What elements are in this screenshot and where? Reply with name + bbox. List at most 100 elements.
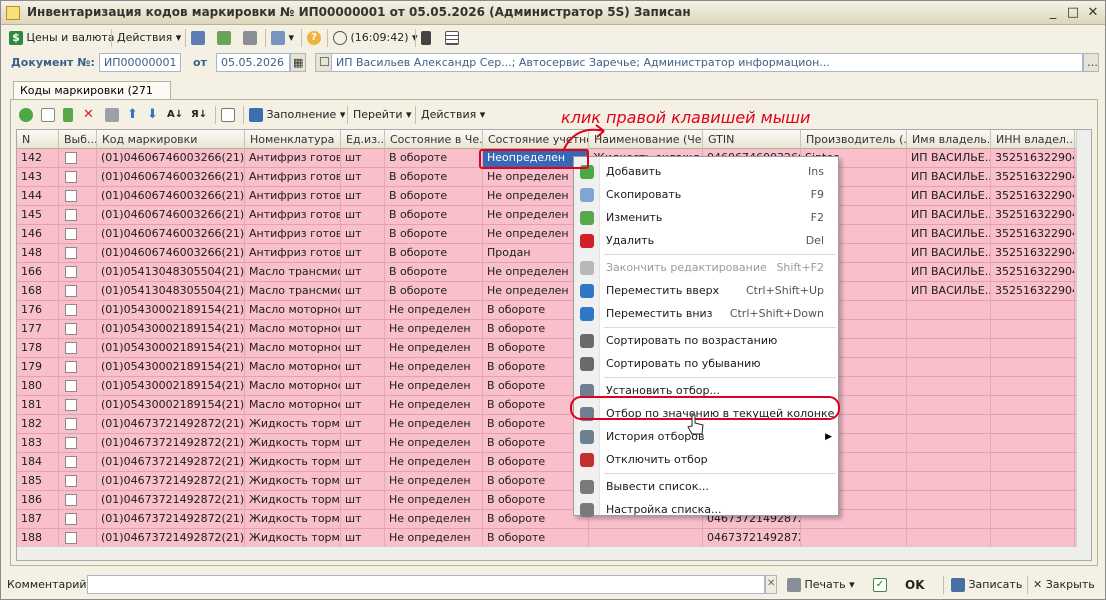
cell-name[interactable] — [589, 529, 703, 547]
cell-inn[interactable] — [991, 396, 1075, 414]
select-checkbox[interactable] — [65, 266, 77, 278]
cell-owner[interactable]: ИП ВАСИЛЬЕ... — [907, 282, 991, 300]
table-row[interactable]: 143 (01)04606746003266(21)5W...Антифриз г… — [17, 168, 1077, 187]
cell-st1[interactable]: Не определен — [385, 434, 483, 452]
list-view-button[interactable] — [445, 29, 459, 47]
cell-unit[interactable]: шт — [341, 149, 385, 167]
goto-menu-button[interactable]: Перейти ▾ — [353, 106, 412, 124]
cell-nom[interactable]: Антифриз готов... — [245, 168, 341, 186]
cell-nom[interactable]: Масло трансмис... — [245, 282, 341, 300]
cell-owner[interactable] — [907, 510, 991, 528]
cell-nom[interactable]: Масло моторное... — [245, 301, 341, 319]
cell-unit[interactable]: шт — [341, 415, 385, 433]
cell-unit[interactable]: шт — [341, 472, 385, 490]
cell-owner[interactable] — [907, 358, 991, 376]
cell-nom[interactable]: Масло моторное... — [245, 358, 341, 376]
ok-button[interactable]: OK — [905, 576, 925, 594]
move-down-button[interactable]: ⬇ — [147, 106, 158, 124]
clear-comment-button[interactable]: ✕ — [765, 575, 777, 594]
cell-nom[interactable]: Антифриз готов... — [245, 225, 341, 243]
column-header[interactable]: Код маркировки — [97, 130, 245, 149]
column-header[interactable]: GTIN — [703, 130, 801, 149]
select-checkbox[interactable] — [65, 247, 77, 259]
cell-inn[interactable]: 352516322904 — [991, 187, 1075, 205]
print-menu-button[interactable]: Печать ▾ — [787, 576, 855, 594]
table-row[interactable]: 184 (01)04673721492872(21)51e...Жидкость … — [17, 453, 1077, 472]
column-header[interactable]: Выб... — [59, 130, 97, 149]
cell-unit[interactable]: шт — [341, 434, 385, 452]
cell-owner[interactable] — [907, 339, 991, 357]
cell-nom[interactable]: Жидкость торм... — [245, 434, 341, 452]
cell-st1[interactable]: В обороте — [385, 149, 483, 167]
cell-unit[interactable]: шт — [341, 358, 385, 376]
table-row[interactable]: 180 (01)05430002189154(21)5SB...Масло мот… — [17, 377, 1077, 396]
cell-code[interactable]: (01)04673721492872(21)51e... — [97, 453, 245, 471]
move-up-button[interactable]: ⬆ — [127, 106, 138, 124]
table-row[interactable]: 166 (01)05413048305504(21)580...Масло тра… — [17, 263, 1077, 282]
select-checkbox[interactable] — [65, 399, 77, 411]
menu-item-sort-desc[interactable]: Сортировать по убыванию — [574, 353, 838, 375]
cell-code[interactable]: (01)05413048305504(21)5AF... — [97, 282, 245, 300]
select-checkbox[interactable] — [65, 513, 77, 525]
table-row[interactable]: 186 (01)04673721492872(21)5A,...Жидкость … — [17, 491, 1077, 510]
cell-nom[interactable]: Антифриз готов... — [245, 187, 341, 205]
column-header[interactable]: ИНН владел... — [991, 130, 1075, 149]
cell-code[interactable]: (01)04606746003266(21)5f2s... — [97, 187, 245, 205]
cell-owner[interactable] — [907, 434, 991, 452]
cell-code[interactable]: (01)04606746003266(21)5nA... — [97, 206, 245, 224]
cell-unit[interactable]: шт — [341, 510, 385, 528]
close-button[interactable]: ✕ Закрыть — [1033, 576, 1095, 594]
table-row[interactable]: 181 (01)05430002189154(21)5Xj...Масло мот… — [17, 396, 1077, 415]
delete-row-button[interactable]: ✕ — [83, 106, 94, 124]
select-checkbox[interactable] — [65, 228, 77, 240]
column-header[interactable]: Ед.из... — [341, 130, 385, 149]
cell-unit[interactable]: шт — [341, 529, 385, 547]
cell-inn[interactable]: 352516322904 — [991, 282, 1075, 300]
cell-st1[interactable]: Не определен — [385, 320, 483, 338]
minimize-button[interactable]: _ — [1045, 5, 1061, 21]
table-row[interactable]: 168 (01)05413048305504(21)5AF...Масло тра… — [17, 282, 1077, 301]
cell-owner[interactable]: ИП ВАСИЛЬЕ... — [907, 168, 991, 186]
cell-inn[interactable]: 352516322904 — [991, 225, 1075, 243]
cell-inn[interactable] — [991, 377, 1075, 395]
doc-number-field[interactable]: ИП00000001 — [99, 53, 181, 72]
cell-owner[interactable]: ИП ВАСИЛЬЕ... — [907, 206, 991, 224]
cell-code[interactable]: (01)05430002189154(21)5Xj... — [97, 396, 245, 414]
add-row-button[interactable] — [19, 106, 33, 124]
tab-marking-codes[interactable]: Коды маркировки (271 поз.) — [13, 81, 171, 110]
select-checkbox[interactable] — [65, 323, 77, 335]
cell-unit[interactable]: шт — [341, 453, 385, 471]
cell-st1[interactable]: Не определен — [385, 453, 483, 471]
cell-owner[interactable]: ИП ВАСИЛЬЕ... — [907, 244, 991, 262]
cell-st1[interactable]: В обороте — [385, 187, 483, 205]
select-checkbox[interactable] — [65, 285, 77, 297]
menu-item-edit[interactable]: Изменить F2 — [574, 207, 838, 229]
menu-item-print-list[interactable]: Вывести список... — [574, 476, 838, 498]
cell-owner[interactable] — [907, 320, 991, 338]
select-checkbox[interactable] — [65, 152, 77, 164]
cell-st1[interactable]: В обороте — [385, 282, 483, 300]
cell-owner[interactable] — [907, 377, 991, 395]
cell-nom[interactable]: Масло трансмис... — [245, 263, 341, 281]
select-checkbox[interactable] — [65, 209, 77, 221]
cell-code[interactable]: (01)05413048305504(21)580... — [97, 263, 245, 281]
cell-code[interactable]: (01)04606746003266(21)5W... — [97, 168, 245, 186]
cell-unit[interactable]: шт — [341, 263, 385, 281]
menu-item-list-settings[interactable]: Настройка списка... — [574, 499, 838, 521]
select-checkbox[interactable] — [65, 532, 77, 544]
structure-button[interactable] — [421, 29, 431, 47]
cell-nom[interactable]: Антифриз готов... — [245, 206, 341, 224]
cell-nom[interactable]: Антифриз готов... — [245, 244, 341, 262]
grid-actions-menu-button[interactable]: Действия ▾ — [421, 106, 485, 124]
cell-unit[interactable]: шт — [341, 225, 385, 243]
cell-inn[interactable]: 352516322904 — [991, 149, 1075, 167]
list-settings-button[interactable] — [221, 106, 235, 124]
select-checkbox[interactable] — [65, 190, 77, 202]
table-row[interactable]: 183 (01)04673721492872(21)5?I...Жидкость … — [17, 434, 1077, 453]
cell-inn[interactable] — [991, 434, 1075, 452]
cell-code[interactable]: (01)04673721492872(21)5A,... — [97, 491, 245, 509]
select-checkbox[interactable] — [65, 380, 77, 392]
cell-st1[interactable]: Не определен — [385, 472, 483, 490]
menu-item-sort-asc[interactable]: Сортировать по возрастанию — [574, 330, 838, 352]
calendar-button[interactable]: ▦ — [290, 53, 306, 72]
